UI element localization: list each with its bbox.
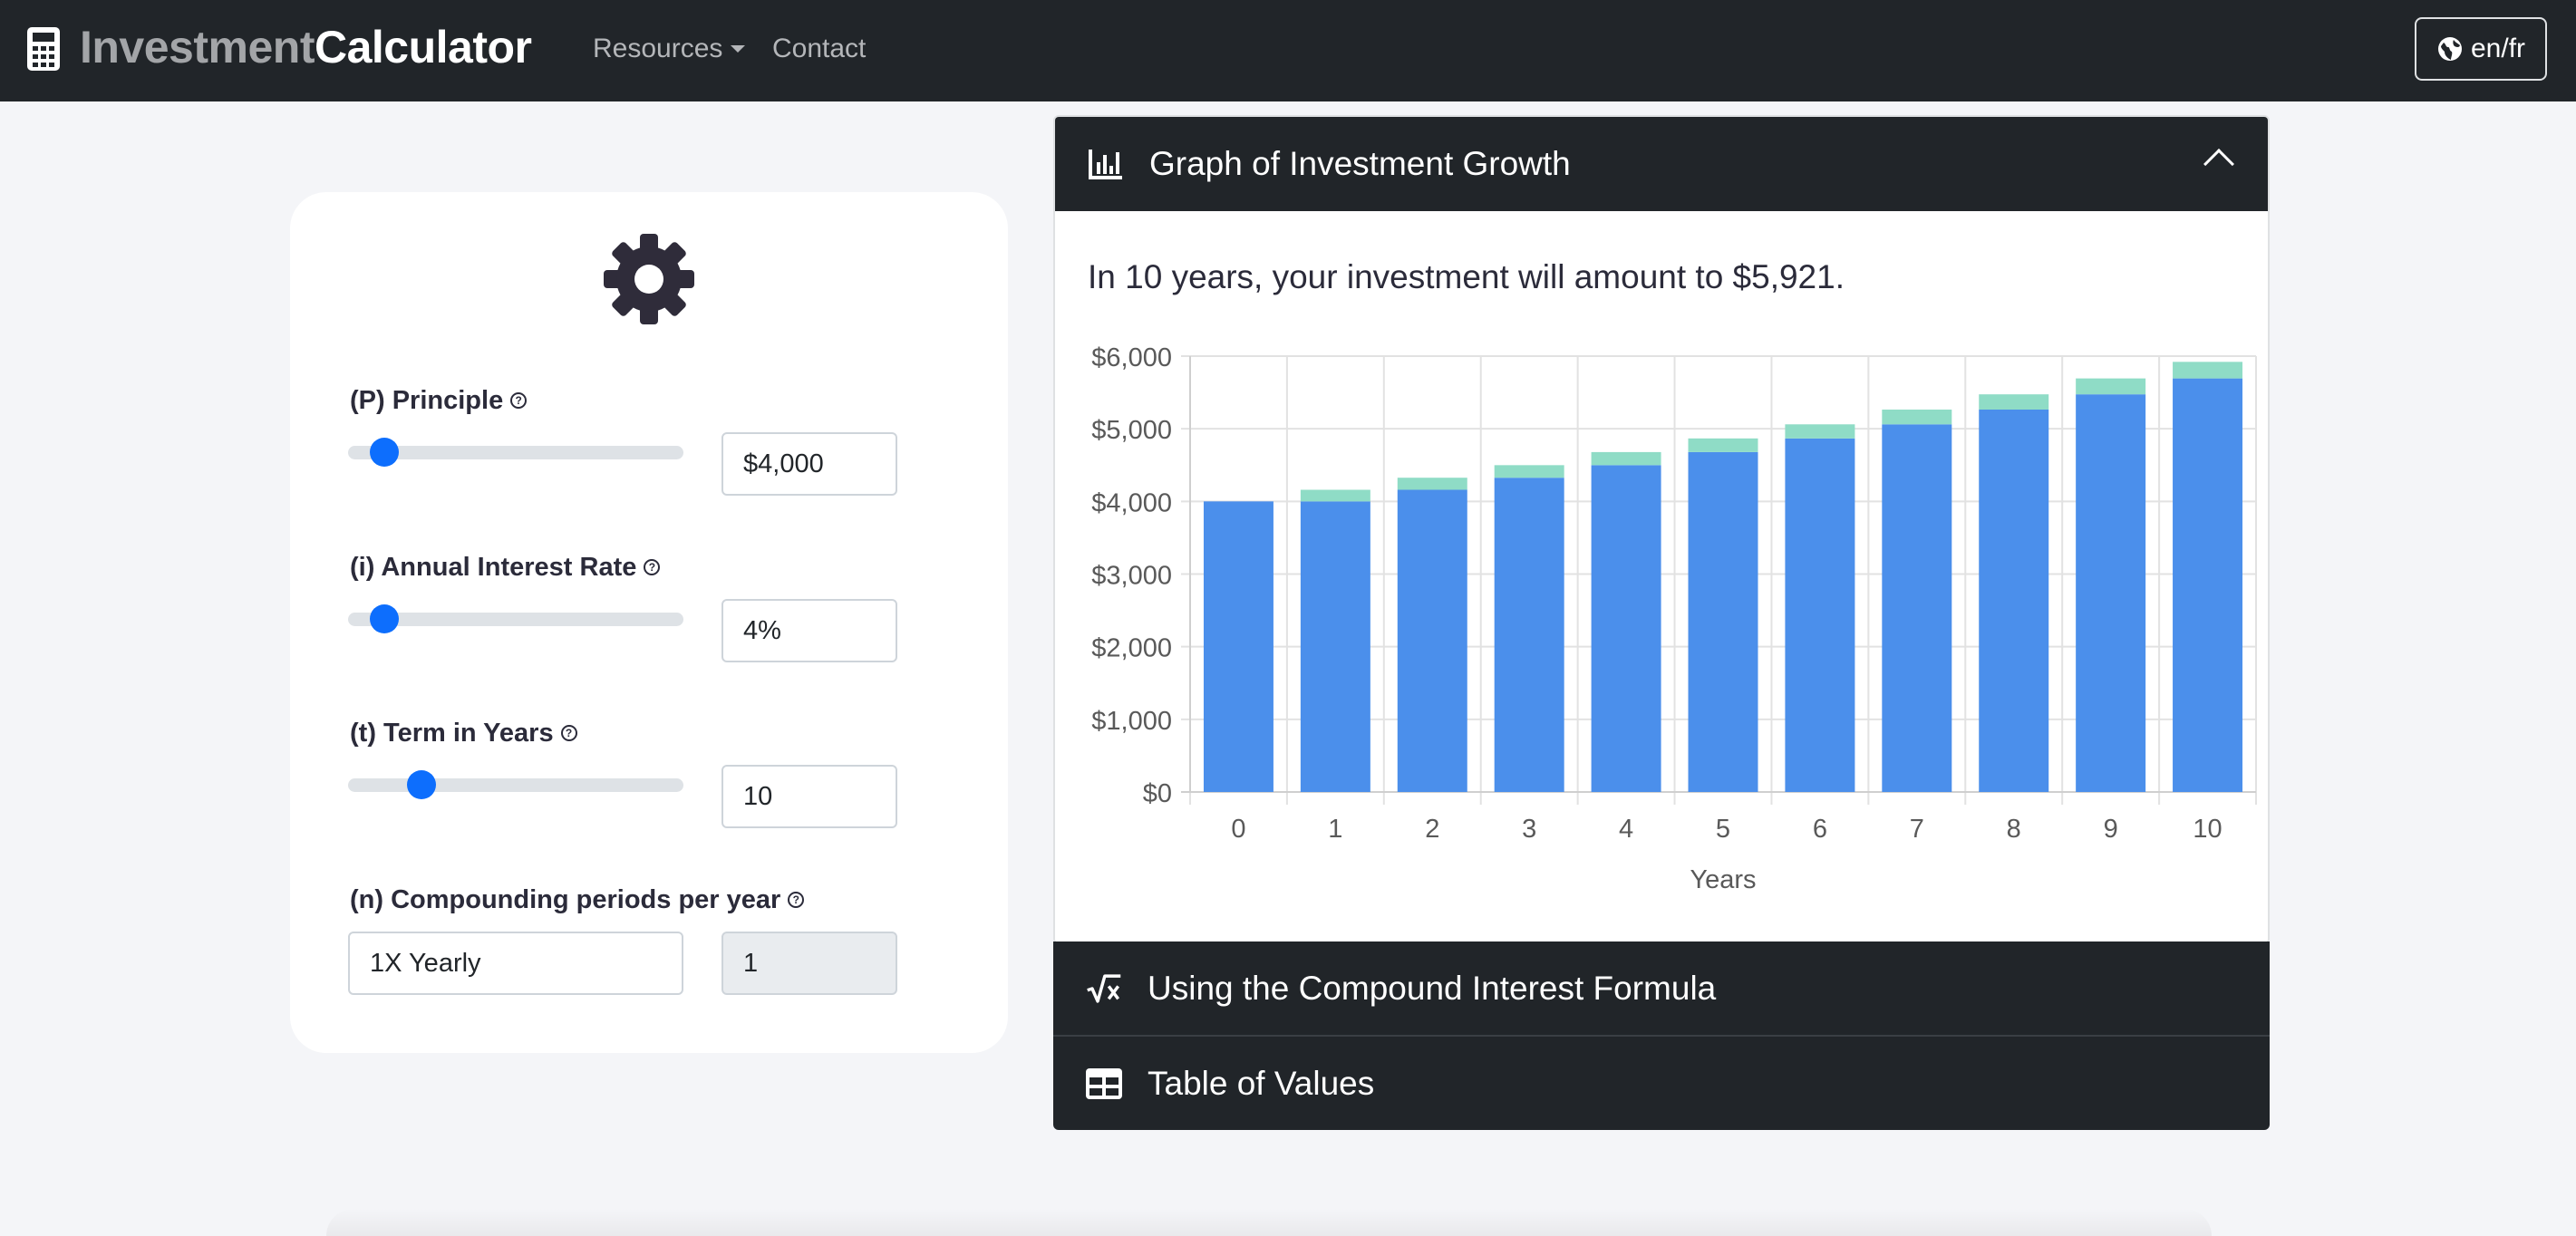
y-tick-label: $0 bbox=[1143, 779, 1172, 808]
language-label: en/fr bbox=[2470, 34, 2526, 63]
principle-slider-thumb[interactable] bbox=[370, 438, 399, 467]
y-tick-label: $5,000 bbox=[1091, 416, 1172, 445]
language-toggle-button[interactable]: en/fr bbox=[2415, 17, 2547, 81]
rate-label: (i) Annual Interest Rate ? bbox=[350, 551, 661, 584]
y-tick-label: $2,000 bbox=[1091, 634, 1172, 663]
principle-input[interactable]: $4,000 bbox=[721, 432, 897, 496]
interest-bar bbox=[1494, 465, 1564, 478]
principal-bar bbox=[1882, 424, 1952, 792]
principal-bar bbox=[2173, 378, 2243, 792]
table-icon bbox=[1086, 1066, 1122, 1102]
term-slider-thumb[interactable] bbox=[407, 770, 436, 799]
interest-bar bbox=[2173, 362, 2243, 379]
help-icon[interactable]: ? bbox=[788, 892, 805, 908]
x-tick-label: 4 bbox=[1619, 815, 1633, 844]
rate-slider[interactable] bbox=[348, 604, 683, 633]
principal-bar bbox=[1688, 451, 1758, 792]
investment-growth-chart: $0 $1,000 $2,000 $3,000 $4,000 $5,000 $6,000 0 1… bbox=[1091, 343, 2257, 894]
square-root-icon bbox=[1086, 970, 1122, 1007]
x-axis-label: Years bbox=[1690, 865, 1756, 894]
rate-slider-thumb[interactable] bbox=[370, 604, 399, 633]
interest-bar bbox=[1397, 478, 1467, 490]
formula-section-title: Using the Compound Interest Formula bbox=[1148, 969, 1717, 1007]
principal-bar bbox=[1979, 410, 2049, 792]
principle-label-text: (P) Principle bbox=[350, 386, 504, 415]
x-tick-label: 8 bbox=[2007, 815, 2021, 844]
navbar: InvestmentCalculator Resources Contact e… bbox=[0, 0, 2576, 101]
interest-bar bbox=[1300, 489, 1370, 502]
help-icon[interactable]: ? bbox=[510, 392, 528, 409]
help-icon[interactable]: ? bbox=[644, 559, 661, 575]
term-slider[interactable] bbox=[348, 770, 683, 799]
nav-resources-dropdown[interactable]: Resources bbox=[593, 31, 722, 67]
compounding-value-field: 1 bbox=[721, 932, 897, 995]
principal-bar bbox=[1203, 501, 1273, 792]
interest-bar bbox=[2076, 378, 2146, 395]
compounding-select[interactable]: 1X Yearly bbox=[348, 932, 683, 995]
table-accordion-item: Table of Values bbox=[1053, 1035, 2270, 1130]
interest-bar bbox=[1785, 424, 1855, 439]
bar-chart-icon bbox=[1088, 146, 1124, 182]
principal-bar bbox=[1494, 478, 1564, 792]
brand-part-1: Investment bbox=[80, 22, 315, 72]
principal-bar bbox=[2076, 394, 2146, 792]
term-label-text: (t) Term in Years bbox=[350, 719, 554, 748]
term-label: (t) Term in Years ? bbox=[350, 717, 577, 749]
calculator-icon bbox=[27, 27, 60, 71]
x-tick-label: 6 bbox=[1813, 815, 1827, 844]
chevron-down-icon[interactable] bbox=[731, 45, 745, 53]
x-tick-label: 0 bbox=[1231, 815, 1245, 844]
brand-logo[interactable]: InvestmentCalculator bbox=[80, 20, 532, 74]
principal-bar bbox=[1785, 438, 1855, 792]
compounding-label: (n) Compounding periods per year ? bbox=[350, 884, 805, 916]
rate-input[interactable]: 4% bbox=[721, 599, 897, 662]
principal-bar bbox=[1591, 465, 1661, 792]
x-tick-label: 9 bbox=[2104, 815, 2118, 844]
formula-accordion-item: Using the Compound Interest Formula bbox=[1053, 941, 2270, 1035]
term-input[interactable]: 10 bbox=[721, 765, 897, 828]
rate-label-text: (i) Annual Interest Rate bbox=[350, 553, 637, 582]
compounding-label-text: (n) Compounding periods per year bbox=[350, 885, 781, 914]
principal-bar bbox=[1300, 501, 1370, 792]
nav-contact-link[interactable]: Contact bbox=[772, 31, 866, 67]
formula-accordion-header[interactable]: Using the Compound Interest Formula bbox=[1053, 941, 2270, 1035]
x-tick-label: 5 bbox=[1716, 815, 1730, 844]
globe-icon bbox=[2437, 37, 2462, 61]
x-tick-label: 10 bbox=[2193, 815, 2222, 844]
footer-edge bbox=[326, 1209, 2212, 1236]
graph-section-title: Graph of Investment Growth bbox=[1149, 145, 1571, 182]
principle-slider[interactable] bbox=[348, 438, 683, 467]
interest-bar bbox=[1591, 451, 1661, 466]
y-tick-label: $1,000 bbox=[1091, 707, 1172, 736]
y-tick-label: $3,000 bbox=[1091, 562, 1172, 591]
chevron-up-icon[interactable] bbox=[2203, 149, 2234, 179]
gear-icon bbox=[604, 234, 694, 324]
investment-summary: In 10 years, your investment will amount… bbox=[1088, 258, 1845, 295]
settings-card: (P) Principle ? $4,000 (i) Annual Intere… bbox=[290, 192, 1008, 1053]
table-accordion-header[interactable]: Table of Values bbox=[1053, 1037, 2270, 1130]
x-tick-label: 2 bbox=[1425, 815, 1439, 844]
principal-bar bbox=[1397, 489, 1467, 792]
graph-accordion-body: In 10 years, your investment will amount… bbox=[1055, 211, 2268, 942]
graph-accordion-header[interactable]: Graph of Investment Growth bbox=[1055, 117, 2268, 211]
brand-part-2: Calculator bbox=[314, 22, 532, 72]
y-tick-label: $4,000 bbox=[1091, 488, 1172, 517]
y-tick-label: $6,000 bbox=[1091, 343, 1172, 372]
interest-bar bbox=[1882, 410, 1952, 425]
interest-bar bbox=[1979, 394, 2049, 410]
help-icon[interactable]: ? bbox=[560, 725, 577, 741]
x-tick-label: 3 bbox=[1522, 815, 1536, 844]
x-tick-label: 7 bbox=[1910, 815, 1924, 844]
x-tick-label: 1 bbox=[1328, 815, 1342, 844]
interest-bar bbox=[1688, 438, 1758, 452]
principle-label: (P) Principle ? bbox=[350, 384, 528, 417]
graph-accordion-item: Graph of Investment Growth In 10 years, … bbox=[1053, 115, 2270, 944]
table-section-title: Table of Values bbox=[1148, 1064, 1375, 1102]
